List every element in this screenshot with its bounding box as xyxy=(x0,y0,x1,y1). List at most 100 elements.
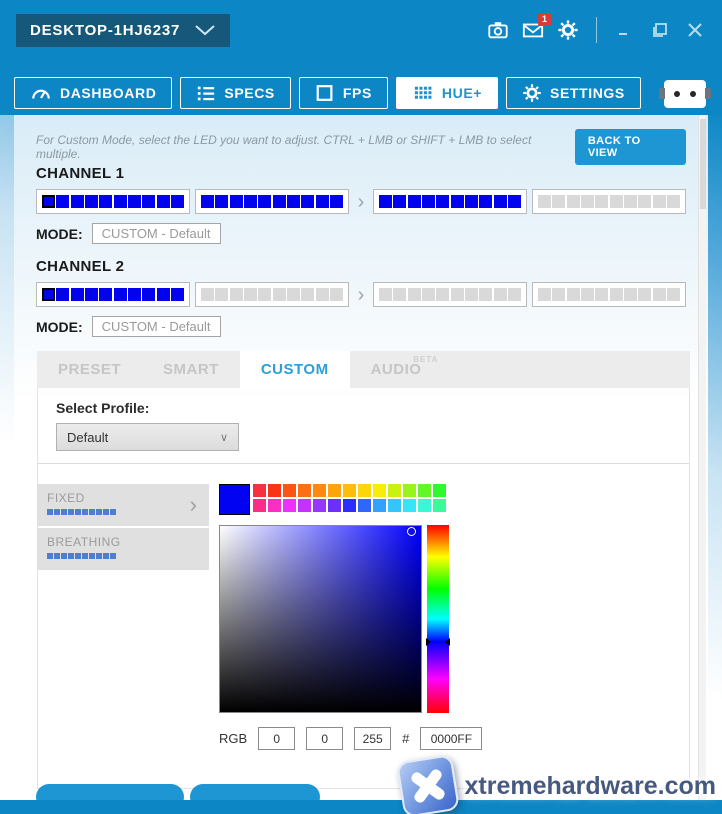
led-strip-group[interactable] xyxy=(532,282,686,307)
nav-tab-fps[interactable]: FPS xyxy=(299,77,388,109)
led-cell[interactable] xyxy=(85,288,98,301)
palette-swatch[interactable] xyxy=(313,499,326,512)
led-cell[interactable] xyxy=(258,288,271,301)
led-cell[interactable] xyxy=(422,195,435,208)
led-cell[interactable] xyxy=(99,195,112,208)
palette-swatch[interactable] xyxy=(253,499,266,512)
led-cell[interactable] xyxy=(330,195,343,208)
tab-smart[interactable]: SMART xyxy=(142,351,240,388)
scrollbar-thumb[interactable] xyxy=(700,119,706,209)
hex-input[interactable] xyxy=(420,727,482,750)
led-cell[interactable] xyxy=(273,195,286,208)
led-cell[interactable] xyxy=(142,195,155,208)
led-cell[interactable] xyxy=(624,288,637,301)
palette-swatch[interactable] xyxy=(403,499,416,512)
palette-swatch[interactable] xyxy=(373,484,386,497)
led-cell[interactable] xyxy=(71,288,84,301)
led-cell[interactable] xyxy=(408,195,421,208)
palette-swatch[interactable] xyxy=(343,499,356,512)
minimize-icon[interactable] xyxy=(614,19,636,41)
led-cell[interactable] xyxy=(451,288,464,301)
led-cell[interactable] xyxy=(71,195,84,208)
led-cell[interactable] xyxy=(552,288,565,301)
blue-input[interactable] xyxy=(354,727,391,750)
led-cell[interactable] xyxy=(653,195,666,208)
led-cell[interactable] xyxy=(273,288,286,301)
palette-swatch[interactable] xyxy=(388,499,401,512)
led-cell[interactable] xyxy=(56,195,69,208)
led-cell[interactable] xyxy=(436,195,449,208)
red-input[interactable] xyxy=(258,727,295,750)
led-cell[interactable] xyxy=(479,288,492,301)
led-cell[interactable] xyxy=(479,195,492,208)
hue-device-icon[interactable] xyxy=(664,80,706,108)
led-cell[interactable] xyxy=(581,288,594,301)
led-cell[interactable] xyxy=(330,288,343,301)
led-cell[interactable] xyxy=(215,195,228,208)
led-strip-group[interactable] xyxy=(373,189,527,214)
led-strip-group[interactable] xyxy=(36,189,190,214)
led-strip-group[interactable] xyxy=(36,282,190,307)
led-cell[interactable] xyxy=(287,195,300,208)
palette-swatch[interactable] xyxy=(358,499,371,512)
tab-audio[interactable]: AUDIOBETA xyxy=(350,351,443,388)
led-cell[interactable] xyxy=(393,288,406,301)
palette-swatch[interactable] xyxy=(358,484,371,497)
palette-swatch[interactable] xyxy=(433,499,446,512)
led-cell[interactable] xyxy=(538,195,551,208)
palette-swatch[interactable] xyxy=(403,484,416,497)
led-cell[interactable] xyxy=(638,195,651,208)
led-cell[interactable] xyxy=(567,288,580,301)
led-cell[interactable] xyxy=(508,195,521,208)
led-cell[interactable] xyxy=(379,195,392,208)
led-cell[interactable] xyxy=(171,195,184,208)
tab-custom[interactable]: CUSTOM xyxy=(240,351,350,388)
led-cell[interactable] xyxy=(56,288,69,301)
palette-swatch[interactable] xyxy=(418,484,431,497)
green-input[interactable] xyxy=(306,727,343,750)
led-cell[interactable] xyxy=(595,195,608,208)
led-cell[interactable] xyxy=(42,195,55,208)
led-cell[interactable] xyxy=(128,195,141,208)
led-cell[interactable] xyxy=(287,288,300,301)
led-cell[interactable] xyxy=(581,195,594,208)
led-cell[interactable] xyxy=(567,195,580,208)
led-cell[interactable] xyxy=(422,288,435,301)
color-cursor[interactable] xyxy=(407,527,416,536)
led-cell[interactable] xyxy=(258,195,271,208)
led-cell[interactable] xyxy=(114,195,127,208)
led-cell[interactable] xyxy=(42,288,55,301)
palette-swatch[interactable] xyxy=(373,499,386,512)
gear-icon[interactable] xyxy=(557,19,579,41)
led-cell[interactable] xyxy=(244,288,257,301)
led-cell[interactable] xyxy=(301,288,314,301)
led-cell[interactable] xyxy=(465,288,478,301)
led-cell[interactable] xyxy=(667,288,680,301)
led-cell[interactable] xyxy=(171,288,184,301)
led-cell[interactable] xyxy=(552,195,565,208)
led-cell[interactable] xyxy=(142,288,155,301)
led-cell[interactable] xyxy=(653,288,666,301)
mode-item-fixed[interactable]: FIXED› xyxy=(37,484,209,526)
led-strip-group[interactable] xyxy=(373,282,527,307)
led-cell[interactable] xyxy=(610,195,623,208)
host-selector[interactable]: DESKTOP-1HJ6237 xyxy=(16,14,230,47)
led-cell[interactable] xyxy=(230,288,243,301)
palette-swatch[interactable] xyxy=(298,484,311,497)
led-cell[interactable] xyxy=(508,288,521,301)
palette-swatch[interactable] xyxy=(268,484,281,497)
led-cell[interactable] xyxy=(244,195,257,208)
led-cell[interactable] xyxy=(301,195,314,208)
hue-slider[interactable] xyxy=(427,525,449,713)
led-cell[interactable] xyxy=(436,288,449,301)
led-cell[interactable] xyxy=(201,195,214,208)
led-cell[interactable] xyxy=(379,288,392,301)
led-strip-group[interactable] xyxy=(532,189,686,214)
messages-icon[interactable]: 1 xyxy=(522,19,544,41)
palette-swatch[interactable] xyxy=(298,499,311,512)
led-cell[interactable] xyxy=(99,288,112,301)
led-cell[interactable] xyxy=(157,195,170,208)
nav-tab-hue[interactable]: HUE+ xyxy=(396,77,498,109)
led-strip-group[interactable] xyxy=(195,282,349,307)
palette-swatch[interactable] xyxy=(268,499,281,512)
